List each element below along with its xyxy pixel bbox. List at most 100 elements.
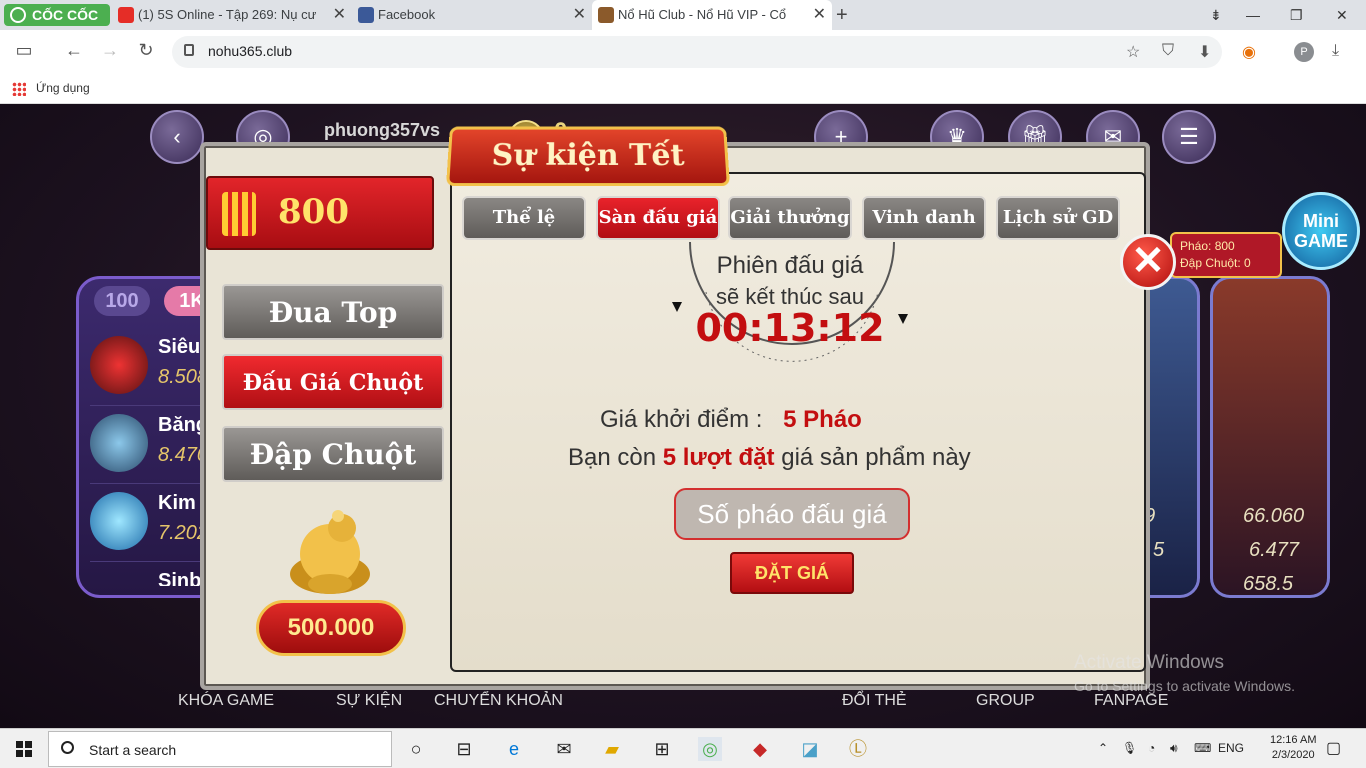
tab-title: (1) 5S Online - Tập 269: Nụ cư [138, 7, 317, 22]
clock-date: 2/3/2020 [1271, 749, 1315, 761]
back-arrow-icon[interactable]: ‹ [150, 110, 204, 164]
tab-title: Facebook [378, 7, 436, 22]
omnibox[interactable]: nohu365.club [172, 36, 1222, 68]
taskbar: Start a search ○ ⊟ e ✉ ▰ ⊞ ◎ ◆ ◪ Ⓛ ⌃ 🎙︎ … [0, 728, 1366, 768]
volume-icon[interactable]: 🔊︎ [1170, 741, 1178, 756]
tab-search-icon[interactable]: ⇟ [1210, 0, 1222, 30]
keyboard-icon[interactable]: ⌨ [1194, 741, 1211, 755]
nohu-favicon-icon [598, 7, 614, 23]
start-price-label: Giá khởi điểm : [600, 406, 763, 433]
countdown-timer: 00:13:12 [695, 306, 885, 350]
download-icon[interactable]: ⬇ [1198, 42, 1211, 62]
bid-amount-input[interactable]: Số pháo đấu giá [674, 488, 910, 540]
jackpot-avatar [90, 492, 148, 550]
card-value: 658.5 [1243, 573, 1294, 595]
url-text[interactable]: nohu365.club [208, 43, 292, 59]
lock-icon [184, 44, 194, 56]
rat-event-badge[interactable]: Pháo: 800 Đập Chuột: 0 [1170, 232, 1282, 278]
bookmarks-bar: Ứng dụng [0, 74, 1366, 104]
close-dialog-icon[interactable]: ✕ [1120, 234, 1176, 290]
tab-youtube[interactable]: (1) 5S Online - Tập 269: Nụ cư ✕ [112, 0, 352, 30]
file-explorer-icon[interactable]: ▰ [600, 737, 624, 761]
league-icon[interactable]: Ⓛ [846, 737, 870, 761]
mini-game-button[interactable]: Mini GAME [1282, 192, 1360, 270]
card-value: 6.477 [1249, 539, 1300, 561]
activate-windows-subtitle: Go to Settings to activate Windows. [1074, 678, 1295, 694]
bottom-menu-su-kien[interactable]: SỰ KIỆN [336, 692, 402, 710]
back-icon[interactable]: ← [62, 40, 86, 61]
side-dap-chuot[interactable]: Đập Chuột [222, 426, 444, 482]
apps-grid-icon[interactable] [12, 82, 26, 96]
start-price: Giá khởi điểm : 5 Pháo [600, 406, 862, 434]
search-text: Start a search [89, 742, 177, 758]
tab-nohu[interactable]: Nổ Hũ Club - Nổ Hũ VIP - Cổ ✕ [592, 0, 832, 30]
bottom-menu-chuyen-khoan[interactable]: CHUYỂN KHOẢN [434, 692, 563, 710]
coccoc-taskbar-icon[interactable]: ◎ [698, 737, 722, 761]
close-window-icon[interactable]: ✕ [1336, 0, 1348, 30]
tab-the-le[interactable]: Thể lệ [462, 196, 586, 240]
windows-start-icon[interactable] [16, 741, 32, 757]
address-bar-row: ▭ ← → ↻ nohu365.club ☆ ⛉ ⬇ ◉ P ⤓ [0, 30, 1366, 74]
restore-icon[interactable]: ❐ [1290, 0, 1303, 30]
shield-icon[interactable]: ⛉ [1162, 42, 1174, 60]
side-dua-top[interactable]: Đua Top [222, 284, 444, 340]
facebook-icon [358, 7, 374, 23]
apps-label[interactable]: Ứng dụng [36, 81, 90, 95]
tab-facebook[interactable]: Facebook ✕ [352, 0, 592, 30]
side-dau-gia-chuot-vang[interactable]: Đấu Giá Chuột Vàng [222, 354, 444, 450]
game-card[interactable]: 66.060 6.477 658.5 [1210, 276, 1330, 598]
store-icon[interactable]: ⊞ [650, 737, 674, 761]
wifi-icon[interactable]: ◔ [1148, 741, 1155, 755]
bottom-menu-doi-the[interactable]: ĐỔI THẺ [842, 692, 907, 710]
microphone-icon[interactable]: 🎙︎ [1122, 741, 1137, 755]
reload-icon[interactable]: ↻ [134, 40, 158, 61]
taskbar-search[interactable]: Start a search [48, 731, 392, 767]
language-indicator[interactable]: ENG [1218, 741, 1244, 755]
game-viewport: ‹ ◎ phuong357vs N 0 + ♛ 🎁︎ ✉ ☰ 100 1K Si… [0, 104, 1366, 728]
chip-100[interactable]: 100 [94, 286, 150, 316]
extension-icon[interactable]: ◉ [1242, 42, 1256, 62]
prize-value: 500.000 [256, 600, 406, 656]
clock-time: 12:16 AM [1270, 734, 1317, 746]
forward-icon[interactable]: → [98, 40, 122, 61]
bottom-menu-khoa-game[interactable]: KHÓA GAME [178, 692, 274, 710]
star-icon[interactable]: ☆ [1126, 42, 1140, 62]
mail-app-icon[interactable]: ✉ [552, 737, 576, 761]
tab-title: Nổ Hũ Club - Nổ Hũ VIP - Cổ [618, 7, 787, 22]
brand-label: CỐC CỐC [32, 7, 99, 23]
username: phuong357vs [324, 120, 441, 140]
downloads-icon[interactable]: ⤓ [1332, 42, 1339, 60]
app-icon[interactable]: ◪ [798, 737, 822, 761]
countdown-line1: Phiên đấu giá [716, 252, 864, 279]
bottom-menu-group[interactable]: GROUP [976, 692, 1035, 710]
profile-avatar[interactable]: P [1294, 42, 1314, 62]
jackpot-avatar [90, 414, 148, 472]
firecracker-icon [222, 192, 256, 236]
sidebar-toggle-icon[interactable]: ▭ [12, 40, 36, 61]
youtube-icon [118, 7, 134, 23]
notifications-icon[interactable]: ▢ [1326, 738, 1341, 758]
place-bid-button[interactable]: ĐẶT GIÁ [730, 552, 854, 594]
minimize-icon[interactable]: — [1246, 0, 1260, 30]
dap-chuot-count: Đập Chuột: 0 [1180, 256, 1251, 270]
tray-chevron-icon[interactable]: ⌃ [1098, 741, 1108, 755]
remain-value: 5 lượt đặt [662, 444, 775, 471]
phao-count: Pháo: 800 [1180, 239, 1235, 253]
new-tab-icon[interactable]: + [836, 0, 848, 30]
menu-icon[interactable]: ☰ [1162, 110, 1216, 164]
card-value: 66.060 [1243, 505, 1305, 527]
edge-icon[interactable]: e [502, 737, 526, 761]
task-view-icon[interactable]: ⊟ [452, 737, 476, 761]
taskbar-clock[interactable]: 12:16 AM 2/3/2020 [1270, 733, 1316, 763]
tab-close-icon[interactable]: ✕ [813, 0, 826, 30]
search-icon [61, 741, 74, 754]
tab-close-icon[interactable]: ✕ [333, 0, 346, 30]
activate-windows-title: Activate Windows [1074, 652, 1224, 673]
cortana-icon[interactable]: ○ [404, 737, 428, 761]
browser-brand[interactable]: CỐC CỐC [4, 4, 110, 26]
tab-lich-su-gd[interactable]: Lịch sử GD [996, 196, 1120, 240]
tab-close-icon[interactable]: ✕ [573, 0, 586, 30]
garena-icon[interactable]: ◆ [748, 737, 772, 761]
remain-prefix: Bạn còn [568, 444, 657, 471]
bottom-menu-fanpage[interactable]: FANPAGE [1094, 692, 1168, 710]
